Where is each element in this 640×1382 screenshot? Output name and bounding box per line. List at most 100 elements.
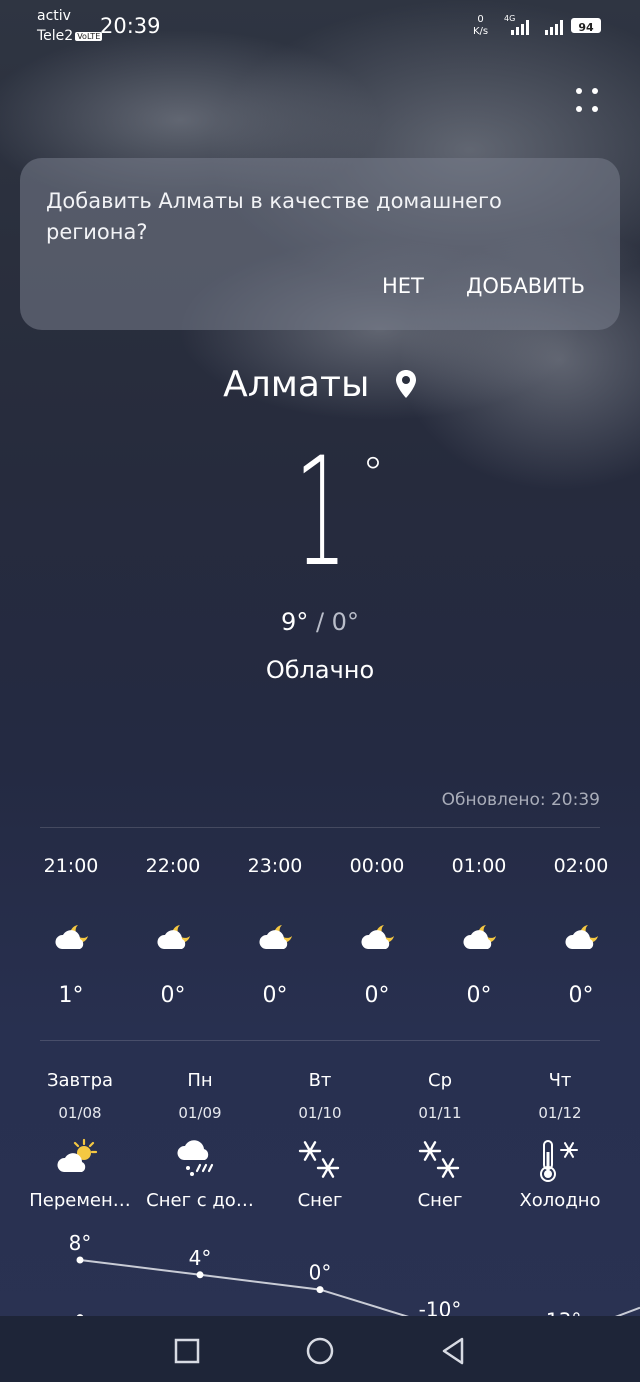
cold-thermometer-icon [540, 1140, 578, 1182]
partly-cloudy-night-icon [157, 925, 190, 949]
snow-rain-icon [177, 1140, 214, 1176]
partly-cloudy-day-icon [57, 1138, 98, 1172]
hourly-item: 01:00 0° [428, 855, 530, 1008]
day-icon-wrap [176, 1138, 220, 1186]
day-date: 01/11 [418, 1104, 462, 1122]
net-speed: 0 K/s [473, 14, 488, 38]
high-point [196, 1271, 204, 1279]
day-date: 01/09 [178, 1104, 222, 1122]
day-name: Ср [428, 1070, 452, 1091]
high-label: 4° [189, 1246, 212, 1270]
updated-time: Обновлено: 20:39 [441, 790, 600, 810]
high-point [316, 1286, 324, 1294]
hourly-item: 22:00 0° [122, 855, 224, 1008]
hour-temp: 0° [364, 983, 390, 1008]
daily-item[interactable]: Пн 01/09 Снег с до… [140, 1070, 260, 1211]
degree-symbol: ° [362, 448, 384, 499]
carrier-bottom-label: Tele2 [37, 28, 74, 44]
day-date: 01/10 [298, 1104, 342, 1122]
hour-time: 22:00 [145, 855, 201, 877]
high-point [76, 1256, 84, 1264]
high-label: 0° [309, 1261, 332, 1285]
battery-indicator: 94 [571, 18, 601, 34]
day-condition: Перемен… [29, 1190, 131, 1211]
high-low: 9° / 0° [0, 608, 640, 636]
add-button[interactable]: ДОБАВИТЬ [466, 274, 585, 298]
daily-item[interactable]: Чт 01/12 Холодно [500, 1070, 620, 1211]
status-time: 20:39 [100, 14, 161, 38]
hourly-item: 00:00 0° [326, 855, 428, 1008]
no-button[interactable]: НЕТ [382, 274, 424, 298]
day-name: Завтра [46, 1070, 114, 1091]
dot [576, 88, 582, 94]
partly-cloudy-night-icon [259, 925, 292, 949]
snowflake-icon [298, 1141, 340, 1178]
net-speed-value: 0 [477, 14, 484, 25]
city-name: Алматы [223, 363, 370, 405]
day-icon-wrap [296, 1138, 342, 1186]
day-condition: Снег [297, 1190, 343, 1211]
high-temp: 9° [281, 608, 309, 636]
signal-icon-2 [545, 20, 563, 35]
prompt-text: Добавить Алматы в качестве домашнего рег… [46, 189, 502, 244]
daily-item[interactable]: Ср 01/11 Снег [380, 1070, 500, 1211]
status-bar: activ Tele2 VoLTE 20:39 0 K/s 4G 94 [0, 0, 640, 52]
partly-cloudy-night-icon [463, 925, 496, 949]
dot [576, 106, 582, 112]
home-circle-icon[interactable] [305, 1336, 335, 1366]
hour-temp: 0° [568, 983, 594, 1008]
hour-time: 23:00 [247, 855, 303, 877]
hour-temp: 1° [58, 983, 84, 1008]
daily-item[interactable]: Завтра 01/08 Перемен… [20, 1070, 140, 1211]
day-icon-wrap [536, 1138, 582, 1188]
location-pin-icon[interactable] [395, 369, 417, 399]
recents-square-icon[interactable] [174, 1338, 200, 1364]
hourly-item: 23:00 0° [224, 855, 326, 1008]
signal-icon-1 [511, 20, 529, 35]
day-condition: Снег [417, 1190, 463, 1211]
hour-icon-wrap [256, 919, 296, 959]
day-date: 01/12 [538, 1104, 582, 1122]
partly-cloudy-night-icon [55, 925, 88, 949]
more-options-icon[interactable] [570, 84, 606, 120]
day-condition: Снег с до… [146, 1190, 254, 1211]
hour-icon-wrap [154, 919, 194, 959]
volte-badge: VoLTE [75, 31, 103, 41]
carrier-bottom: Tele2 VoLTE [37, 28, 103, 44]
day-name: Вт [308, 1070, 332, 1091]
back-triangle-icon[interactable] [440, 1336, 466, 1366]
day-name: Пн [187, 1070, 213, 1091]
current-condition: Облачно [265, 656, 375, 684]
hourly-item: 21:00 1° [20, 855, 122, 1008]
hour-temp: 0° [466, 983, 492, 1008]
hour-icon-wrap [562, 919, 602, 959]
current-temperature: 1 [0, 438, 640, 588]
hour-temp: 0° [262, 983, 288, 1008]
navigation-bar [0, 1316, 640, 1382]
hilo-separator: / [308, 608, 332, 636]
day-icon-wrap [416, 1138, 462, 1186]
hour-icon-wrap [460, 919, 500, 959]
daily-item[interactable]: Вт 01/10 Снег [260, 1070, 380, 1211]
dot [592, 88, 598, 94]
divider [40, 827, 600, 828]
hour-icon-wrap [52, 919, 92, 959]
hourly-item: 02:00 0° [530, 855, 632, 1008]
hour-icon-wrap [358, 919, 398, 959]
divider [40, 1040, 600, 1041]
partly-cloudy-night-icon [361, 925, 394, 949]
high-label: 8° [69, 1231, 92, 1255]
home-region-prompt: Добавить Алматы в качестве домашнего рег… [20, 158, 620, 330]
net-speed-unit: K/s [473, 26, 489, 37]
day-name: Чт [548, 1070, 572, 1091]
hour-time: 01:00 [451, 855, 507, 877]
dot [592, 106, 598, 112]
day-icon-wrap [56, 1138, 100, 1182]
temperature-trend-chart: 8°4°0°-10°-13°0°-3° [69, 1231, 640, 1320]
hour-time: 21:00 [43, 855, 99, 877]
hour-temp: 0° [160, 983, 186, 1008]
temperature-value: 1 [294, 426, 348, 600]
carrier-top: activ [37, 8, 71, 24]
snowflake-icon [418, 1141, 460, 1178]
hour-time: 00:00 [349, 855, 405, 877]
